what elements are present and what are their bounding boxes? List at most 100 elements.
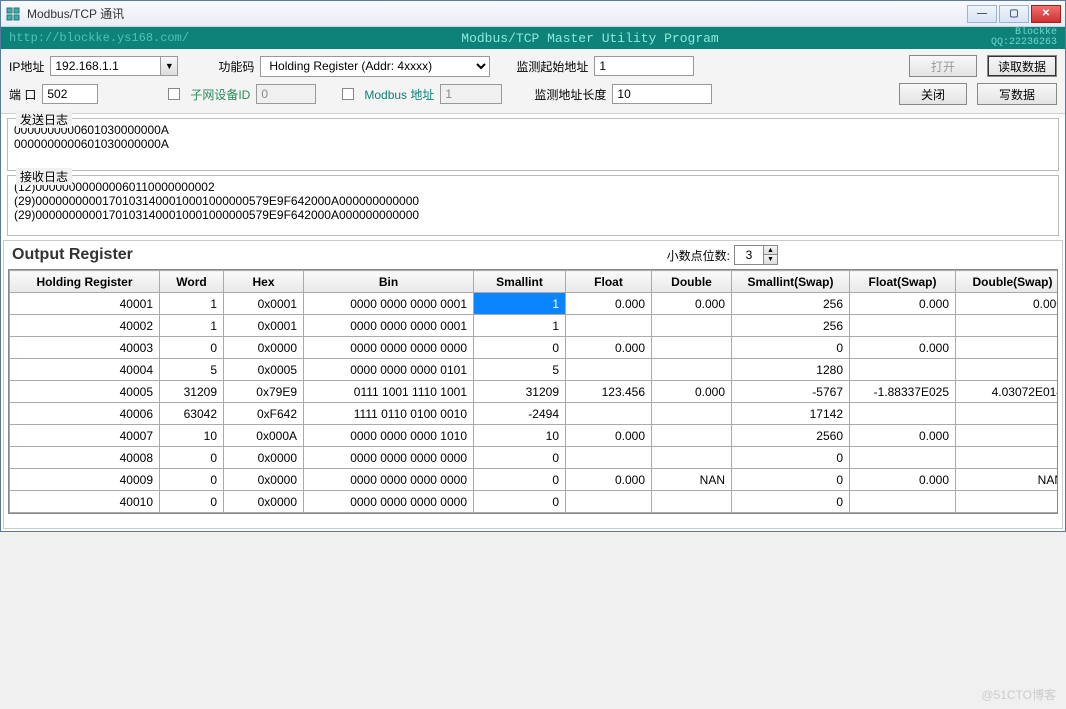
table-cell[interactable] bbox=[566, 491, 652, 513]
table-cell[interactable]: 0000 0000 0000 0001 bbox=[304, 315, 474, 337]
decimals-spinner[interactable]: ▲ ▼ bbox=[734, 245, 778, 265]
table-cell[interactable] bbox=[850, 359, 956, 381]
modbus-addr-checkbox[interactable] bbox=[342, 88, 354, 100]
table-cell[interactable]: 10 bbox=[474, 425, 566, 447]
table-cell[interactable]: 0.000 bbox=[566, 469, 652, 491]
table-cell[interactable] bbox=[956, 447, 1059, 469]
table-cell[interactable]: 40002 bbox=[10, 315, 160, 337]
register-table-wrap[interactable]: Holding RegisterWordHexBinSmallintFloatD… bbox=[8, 269, 1058, 514]
subnet-checkbox[interactable] bbox=[168, 88, 180, 100]
table-cell[interactable]: 0 bbox=[732, 491, 850, 513]
table-cell[interactable]: 0x0000 bbox=[224, 469, 304, 491]
table-cell[interactable]: 0x0005 bbox=[224, 359, 304, 381]
table-cell[interactable]: 40008 bbox=[10, 447, 160, 469]
table-cell[interactable]: 0000 0000 0000 1010 bbox=[304, 425, 474, 447]
table-cell[interactable]: 40001 bbox=[10, 293, 160, 315]
column-header[interactable]: Holding Register bbox=[10, 271, 160, 293]
table-cell[interactable] bbox=[956, 337, 1059, 359]
table-cell[interactable]: 0 bbox=[474, 491, 566, 513]
table-cell[interactable]: 0 bbox=[160, 469, 224, 491]
minimize-button[interactable]: — bbox=[967, 5, 997, 23]
chevron-down-icon[interactable]: ▼ bbox=[160, 56, 178, 76]
recv-log-text[interactable]: (12)000000000000060110000000002 (29)0000… bbox=[8, 176, 1058, 232]
table-cell[interactable]: 0000 0000 0000 0101 bbox=[304, 359, 474, 381]
len-input[interactable] bbox=[612, 84, 712, 104]
ip-input[interactable] bbox=[50, 56, 160, 76]
table-cell[interactable]: 256 bbox=[732, 315, 850, 337]
table-cell[interactable]: 0111 1001 1110 1001 bbox=[304, 381, 474, 403]
table-cell[interactable]: 0.000 bbox=[566, 425, 652, 447]
table-cell[interactable]: 0x0000 bbox=[224, 491, 304, 513]
column-header[interactable]: Smallint(Swap) bbox=[732, 271, 850, 293]
column-header[interactable]: Double(Swap) bbox=[956, 271, 1059, 293]
open-button[interactable]: 打开 bbox=[909, 55, 977, 77]
send-log-text[interactable]: 0000000000601030000000A 0000000000601030… bbox=[8, 119, 1058, 167]
table-cell[interactable]: 1280 bbox=[732, 359, 850, 381]
spin-up-icon[interactable]: ▲ bbox=[763, 246, 777, 255]
table-cell[interactable]: 0 bbox=[474, 469, 566, 491]
table-cell[interactable]: 1 bbox=[160, 315, 224, 337]
table-cell[interactable] bbox=[850, 447, 956, 469]
table-cell[interactable]: 0 bbox=[160, 447, 224, 469]
table-cell[interactable] bbox=[850, 491, 956, 513]
write-button[interactable]: 写数据 bbox=[977, 83, 1057, 105]
table-cell[interactable] bbox=[956, 315, 1059, 337]
maximize-button[interactable]: ▢ bbox=[999, 5, 1029, 23]
table-cell[interactable]: 5 bbox=[160, 359, 224, 381]
table-cell[interactable] bbox=[956, 403, 1059, 425]
ip-combo[interactable]: ▼ bbox=[50, 56, 178, 76]
table-cell[interactable] bbox=[652, 337, 732, 359]
table-cell[interactable]: 1 bbox=[474, 293, 566, 315]
decimals-input[interactable] bbox=[735, 246, 763, 264]
table-cell[interactable]: 40004 bbox=[10, 359, 160, 381]
table-cell[interactable]: 0x0001 bbox=[224, 293, 304, 315]
table-cell[interactable]: 1 bbox=[474, 315, 566, 337]
table-cell[interactable] bbox=[652, 491, 732, 513]
table-cell[interactable] bbox=[652, 447, 732, 469]
table-cell[interactable] bbox=[566, 359, 652, 381]
table-cell[interactable]: 0xF642 bbox=[224, 403, 304, 425]
column-header[interactable]: Double bbox=[652, 271, 732, 293]
table-cell[interactable] bbox=[652, 403, 732, 425]
table-cell[interactable]: 17142 bbox=[732, 403, 850, 425]
table-cell[interactable]: -2494 bbox=[474, 403, 566, 425]
table-cell[interactable] bbox=[956, 359, 1059, 381]
table-cell[interactable] bbox=[566, 315, 652, 337]
port-input[interactable] bbox=[42, 84, 98, 104]
table-cell[interactable]: -1.88337E025 bbox=[850, 381, 956, 403]
table-cell[interactable]: 10 bbox=[160, 425, 224, 447]
table-cell[interactable]: 0 bbox=[732, 337, 850, 359]
table-cell[interactable]: 0 bbox=[160, 491, 224, 513]
table-cell[interactable]: 0 bbox=[474, 447, 566, 469]
table-cell[interactable]: 0000 0000 0000 0000 bbox=[304, 469, 474, 491]
table-cell[interactable]: 0.000 bbox=[566, 293, 652, 315]
table-cell[interactable]: 31209 bbox=[160, 381, 224, 403]
spin-down-icon[interactable]: ▼ bbox=[763, 255, 777, 264]
column-header[interactable]: Word bbox=[160, 271, 224, 293]
table-cell[interactable] bbox=[850, 403, 956, 425]
table-cell[interactable]: 256 bbox=[732, 293, 850, 315]
table-cell[interactable] bbox=[652, 425, 732, 447]
table-cell[interactable] bbox=[652, 359, 732, 381]
table-cell[interactable]: 0.000 bbox=[850, 337, 956, 359]
table-cell[interactable]: 123.456 bbox=[566, 381, 652, 403]
table-cell[interactable]: 0 bbox=[474, 337, 566, 359]
table-cell[interactable]: 5 bbox=[474, 359, 566, 381]
table-cell[interactable]: 31209 bbox=[474, 381, 566, 403]
table-cell[interactable]: NAN bbox=[652, 469, 732, 491]
close-conn-button[interactable]: 关闭 bbox=[899, 83, 967, 105]
table-cell[interactable]: 4.03072E014 bbox=[956, 381, 1059, 403]
table-cell[interactable]: 0000 0000 0000 0000 bbox=[304, 491, 474, 513]
table-cell[interactable]: 1 bbox=[160, 293, 224, 315]
table-cell[interactable]: 0.000 bbox=[850, 469, 956, 491]
column-header[interactable]: Float bbox=[566, 271, 652, 293]
column-header[interactable]: Float(Swap) bbox=[850, 271, 956, 293]
table-cell[interactable]: 40005 bbox=[10, 381, 160, 403]
table-cell[interactable] bbox=[956, 425, 1059, 447]
table-cell[interactable]: 2560 bbox=[732, 425, 850, 447]
start-addr-input[interactable] bbox=[594, 56, 694, 76]
table-cell[interactable]: 0.000 bbox=[566, 337, 652, 359]
table-cell[interactable]: 40009 bbox=[10, 469, 160, 491]
table-cell[interactable] bbox=[652, 315, 732, 337]
close-button[interactable]: ✕ bbox=[1031, 5, 1061, 23]
